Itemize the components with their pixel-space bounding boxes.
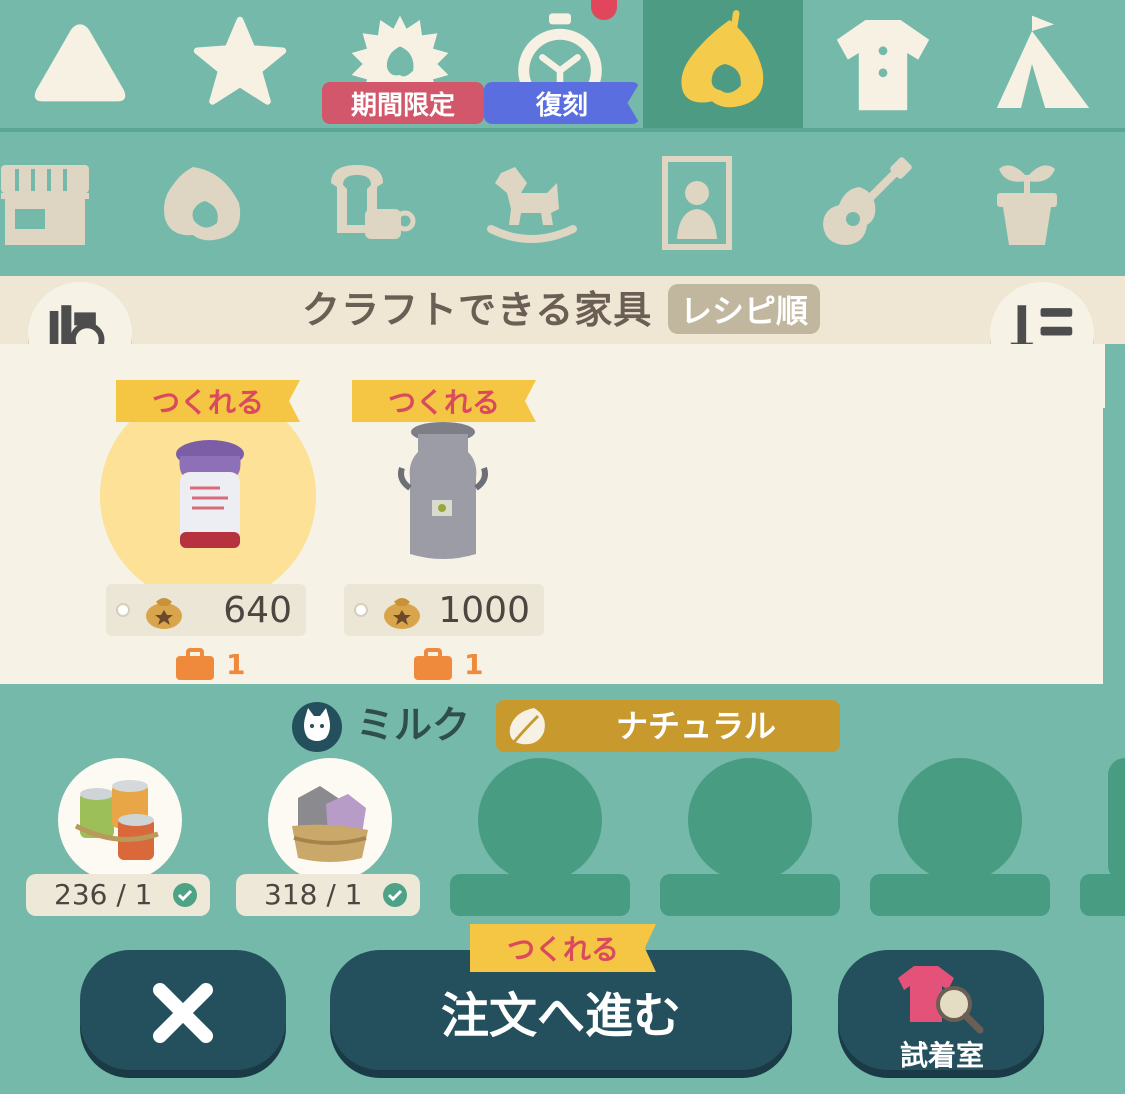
item-price-tag: 1000 xyxy=(344,584,544,636)
bread-cup-icon xyxy=(331,165,416,239)
check-icon xyxy=(173,883,197,907)
check-icon xyxy=(383,883,407,907)
tab-leaf[interactable] xyxy=(643,0,803,128)
fruit-icon xyxy=(164,167,241,241)
rocks-icon xyxy=(292,786,368,862)
cans-icon xyxy=(74,780,159,860)
empty-material-slot xyxy=(898,758,1022,882)
tab-clothing[interactable] xyxy=(803,0,963,128)
tab-triangle[interactable] xyxy=(0,0,160,128)
tent-icon xyxy=(996,15,1090,108)
category-music[interactable] xyxy=(810,148,920,258)
item-jam-jar[interactable] xyxy=(150,432,270,562)
sort-order-badge[interactable]: レシピ順 xyxy=(668,284,820,334)
cancel-button[interactable] xyxy=(80,950,286,1070)
revival-badge: 復刻 xyxy=(484,82,640,124)
tab-outdoor[interactable] xyxy=(963,0,1123,128)
shop-icon xyxy=(1,165,89,245)
empty-material-bar xyxy=(870,874,1050,916)
bag-icon xyxy=(174,648,216,680)
material-slot[interactable] xyxy=(58,758,182,882)
leaf-icon xyxy=(681,10,764,108)
category-shop[interactable] xyxy=(0,148,100,258)
tag-hole xyxy=(116,603,130,617)
tag-hole xyxy=(354,603,368,617)
star-icon xyxy=(193,16,287,105)
fitting-room-icon xyxy=(898,966,984,1034)
empty-material-bar xyxy=(1080,874,1125,916)
craftable-ribbon: つくれる xyxy=(116,380,300,422)
material-count: 318 / 1 xyxy=(236,874,420,916)
empty-material-slot xyxy=(478,758,602,882)
bell-bag-icon xyxy=(146,598,182,629)
craftable-ribbon: つくれる xyxy=(352,380,536,422)
plant-pot-icon xyxy=(997,165,1057,245)
milk-can-icon xyxy=(398,422,488,559)
style-bar: ナチュラル xyxy=(496,700,840,752)
material-count-text: 236 / 1 xyxy=(54,878,153,911)
page-title: クラフトできる家具 xyxy=(302,288,653,332)
rocking-horse-icon xyxy=(487,167,577,243)
category-art[interactable] xyxy=(642,148,752,258)
bag-icon xyxy=(412,648,454,680)
close-icon xyxy=(153,983,213,1043)
jam-jar-icon xyxy=(176,440,244,548)
category-nature[interactable] xyxy=(148,148,258,258)
category-plants[interactable] xyxy=(972,148,1082,258)
limited-time-badge: 期間限定 xyxy=(322,82,484,124)
triangle-icon xyxy=(34,24,126,102)
material-slot[interactable] xyxy=(268,758,392,882)
style-label: ナチュラル xyxy=(616,707,777,745)
item-price: 640 xyxy=(223,589,292,631)
cat-face-icon xyxy=(304,708,330,741)
tab-star[interactable] xyxy=(160,0,320,128)
empty-material-bar xyxy=(660,874,840,916)
material-count-text: 318 / 1 xyxy=(264,878,363,911)
bag-count: 1 xyxy=(464,648,484,681)
bag-count: 1 xyxy=(226,648,246,681)
empty-material-bar xyxy=(450,874,630,916)
empty-material-slot xyxy=(1108,758,1125,882)
bell-bag-icon xyxy=(384,598,420,629)
villager-avatar xyxy=(292,702,342,752)
item-milk-can[interactable] xyxy=(388,418,498,568)
guitar-icon xyxy=(823,157,912,245)
category-toys[interactable] xyxy=(476,148,586,258)
scrollbar[interactable] xyxy=(1103,408,1111,684)
proceed-order-label: 注文へ進む xyxy=(440,988,681,1044)
shirt-icon xyxy=(836,20,930,111)
craftable-ribbon: つくれる xyxy=(470,924,656,972)
villager-name: ミルク xyxy=(356,703,471,747)
empty-material-slot xyxy=(688,758,812,882)
painting-icon xyxy=(662,156,732,250)
category-kitchen[interactable] xyxy=(312,148,422,258)
item-price: 1000 xyxy=(438,589,530,631)
leaf-style-icon xyxy=(509,708,545,745)
item-price-tag: 640 xyxy=(106,584,306,636)
material-count: 236 / 1 xyxy=(26,874,210,916)
fitting-room-label: 試着室 xyxy=(899,1039,984,1072)
